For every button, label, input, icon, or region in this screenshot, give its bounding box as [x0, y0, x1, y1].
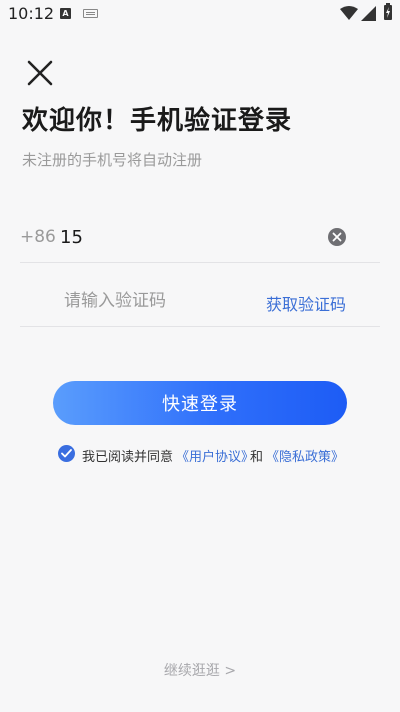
status-bar: 10:12 A [0, 0, 400, 28]
clear-circle-icon [332, 232, 342, 242]
privacy-policy-link[interactable]: 《隐私政策》 [266, 446, 344, 465]
code-field-row: 获取验证码 [20, 278, 380, 327]
continue-browsing-link[interactable]: 继续逛逛 > [0, 660, 400, 680]
quick-login-button[interactable]: 快速登录 [53, 381, 347, 425]
wifi-icon [340, 6, 358, 20]
agree-checkbox[interactable] [58, 445, 75, 462]
agreement-and-text: 和 [250, 450, 264, 465]
checkmark-icon [61, 449, 72, 458]
keyboard-icon [83, 9, 98, 18]
close-button[interactable] [24, 57, 56, 89]
phone-field-row: +86 [20, 214, 380, 263]
a-icon: A [60, 8, 71, 19]
phone-input[interactable] [60, 222, 310, 252]
login-screen: 10:12 A 欢迎你！手机验证登录 未注册的手机号将自动注册 +86 15 请… [0, 0, 400, 712]
page-subtitle: 未注册的手机号将自动注册 [22, 151, 203, 169]
agreement-text: 我已阅读并同意 [82, 450, 174, 465]
get-code-button[interactable]: 获取验证码 [266, 291, 346, 315]
verification-code-input[interactable] [64, 286, 254, 316]
user-agreement-link[interactable]: 《用户协议》 [176, 446, 254, 465]
close-icon [27, 60, 53, 86]
battery-charging-icon [384, 3, 392, 20]
page-title: 欢迎你！手机验证登录 [22, 106, 293, 136]
country-code[interactable]: +86 [20, 227, 56, 247]
status-time: 10:12 [8, 4, 55, 23]
clear-button[interactable] [328, 228, 346, 246]
signal-icon [361, 6, 376, 21]
